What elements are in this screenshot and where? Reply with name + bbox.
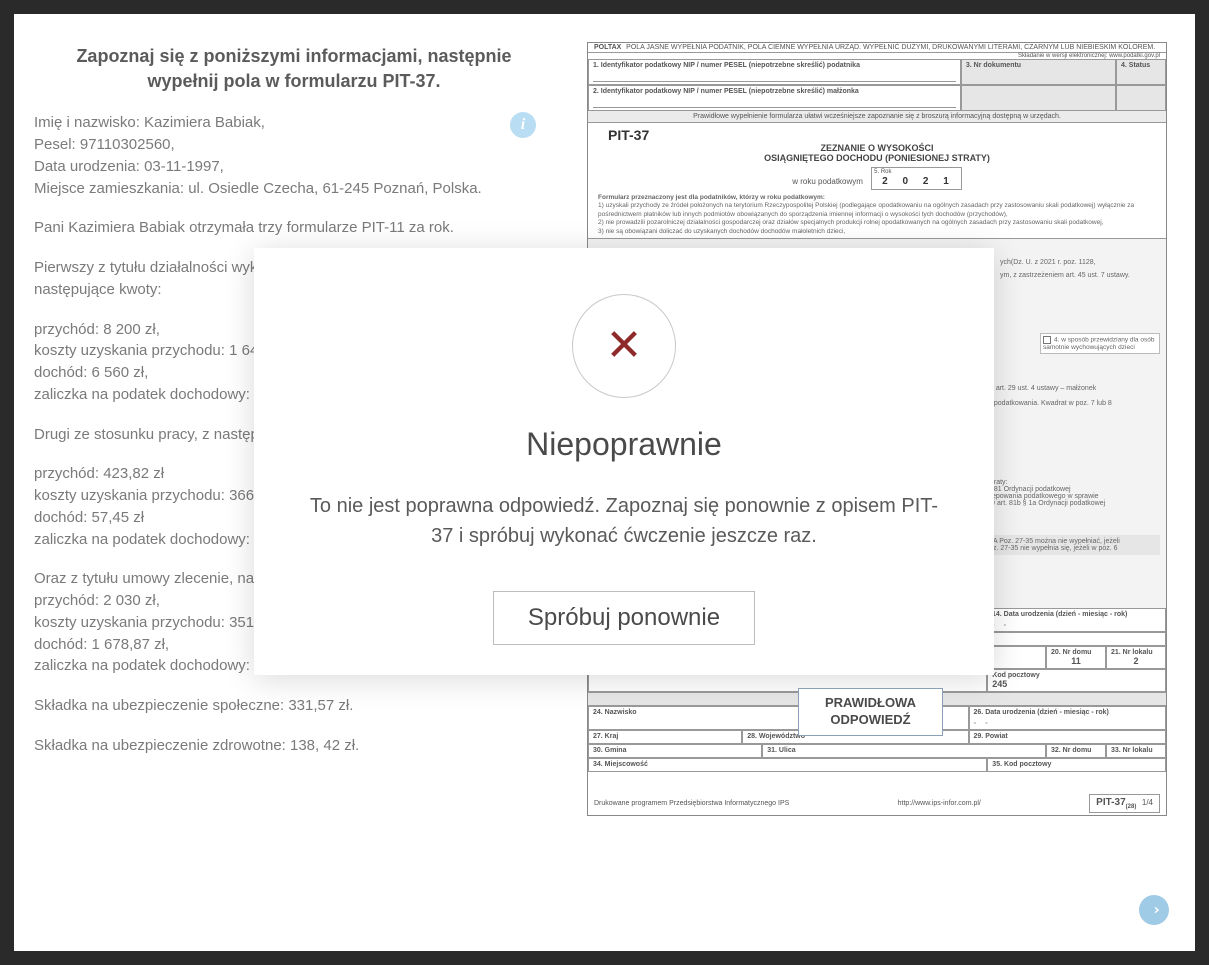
answer-line2: ODPOWIEDŹ: [825, 712, 916, 729]
content-sheet: Zapoznaj się z poniższymi informacjami, …: [14, 14, 1195, 951]
opt-box[interactable]: 4. w sposób przewidziany dla osób samotn…: [1040, 333, 1160, 354]
frag-6: t 81 Ordynacji podatkowej: [990, 486, 1160, 493]
field-27[interactable]: 27. Kraj: [588, 730, 742, 744]
field-35[interactable]: 35. Kod pocztowy: [987, 758, 1166, 772]
footer-mid: http://www.ips-infor.com.pl/: [898, 800, 981, 807]
answer-line1: PRAWIDŁOWA: [825, 695, 916, 712]
line-social: Składka na ubezpieczenie społeczne: 331,…: [34, 695, 554, 717]
error-circle: ✕: [572, 294, 676, 398]
modal-title: Niepoprawnie: [284, 426, 964, 463]
notes-3: 3) nie są obowiązani doliczać do uzyskan…: [598, 228, 1156, 236]
frag-9b: z. 27-35 nie wypełnia się, jeżeli w poz.…: [993, 545, 1157, 552]
correct-answer-button[interactable]: PRAWIDŁOWA ODPOWIEDŹ: [798, 688, 943, 736]
field-29[interactable]: 29. Powiat: [969, 730, 1166, 744]
field-21[interactable]: 21. Nr lokalu2: [1106, 646, 1166, 669]
row-ids2: 2. Identyfikator podatkowy NIP / numer P…: [588, 85, 1166, 111]
field-33[interactable]: 33. Nr lokalu: [1106, 744, 1166, 758]
frag-9a: A Poz. 27-35 można nie wypełniać, jeżeli: [993, 538, 1157, 545]
footer-left: Drukowane programem Przedsiębiorstwa Inf…: [594, 800, 789, 807]
field-26[interactable]: 26. Data urodzenia (dzień - miesiąc - ro…: [969, 706, 1166, 730]
top-note: POLA JASNE WYPEŁNIA PODATNIK, POLA CIEMN…: [621, 44, 1160, 51]
line-dob: Data urodzenia: 03-11-1997,: [34, 156, 554, 178]
poltax-label: POLTAX: [594, 44, 621, 51]
next-arrow-button[interactable]: [1139, 895, 1169, 925]
notes-head: Formularz przeznaczony jest dla podatnik…: [598, 194, 1156, 202]
field-5-value[interactable]: 2 0 2 1: [878, 175, 959, 188]
frag-2: ym, z zastrzeżeniem art. 45 ust. 7 ustaw…: [1000, 272, 1160, 279]
field-20[interactable]: 20. Nr domu11: [1046, 646, 1106, 669]
frag-4: opodatkowania. Kwadrat w poz. 7 lub 8: [990, 400, 1160, 407]
row-ids: 1. Identyfikator podatkowy NIP / numer P…: [588, 59, 1166, 85]
info-icon[interactable]: i: [510, 112, 536, 138]
pit-subtitle1: ZEZNANIE O WYSOKOŚCI: [588, 143, 1166, 153]
field-14[interactable]: 14. Data urodzenia (dzień - miesiąc - ro…: [987, 608, 1166, 632]
field-30[interactable]: 30. Gmina: [588, 744, 762, 758]
modal-message: To nie jest poprawna odpowiedź. Zapoznaj…: [284, 491, 964, 551]
retry-button[interactable]: Spróbuj ponownie: [493, 591, 755, 645]
arrow-right-icon: [1147, 903, 1161, 917]
field-31[interactable]: 31. Ulica: [762, 744, 1046, 758]
field-1[interactable]: 1. Identyfikator podatkowy NIP / numer P…: [588, 59, 961, 85]
field-34[interactable]: 34. Miejscowość: [588, 758, 987, 772]
field-3: 3. Nr dokumentu: [961, 59, 1116, 85]
notes-2: 2) nie prowadzili pozarolniczej działaln…: [598, 219, 1156, 227]
field-32[interactable]: 32. Nr domu: [1046, 744, 1106, 758]
pit-subtitle2: OSIĄGNIĘTEGO DOCHODU (PONIESIONEJ STRATY…: [588, 153, 1166, 163]
feedback-modal: ✕ Niepoprawnie To nie jest poprawna odpo…: [254, 248, 994, 675]
field-2[interactable]: 2. Identyfikator podatkowy NIP / numer P…: [588, 85, 961, 111]
frag-5: draty:: [990, 479, 1160, 486]
page-root: Zapoznaj się z poniższymi informacjami, …: [0, 0, 1209, 965]
frag-1: ych(Dz. U. z 2021 r. poz. 1128,: [1000, 259, 1160, 266]
line-health: Składka na ubezpieczenie zdrowotne: 138,…: [34, 735, 554, 757]
notes-1: 1) uzyskali przychody ze źródeł położony…: [598, 202, 1156, 219]
frag-8: w art. 81b § 1a Ordynacji podatkowej: [990, 500, 1160, 507]
form-footer: Drukowane programem Przedsiębiorstwa Inf…: [588, 792, 1166, 815]
footer-badge: PIT-37(28) 1/4: [1089, 794, 1160, 813]
x-icon: ✕: [606, 324, 643, 368]
checkbox-icon[interactable]: [1043, 336, 1051, 344]
line-name: Imię i nazwisko: Kazimiera Babiak,: [34, 112, 554, 134]
pit-code: PIT-37: [588, 127, 1166, 143]
mid-note: Prawidłowe wypełnienie formularza ułatwi…: [588, 111, 1166, 123]
field-kod[interactable]: Kod pocztowy245: [987, 669, 1166, 692]
para-intro: Pani Kazimiera Babiak otrzymała trzy for…: [34, 217, 554, 239]
row-34-35: 34. Miejscowość 35. Kod pocztowy: [588, 758, 1166, 772]
frag-3: o art. 29 ust. 4 ustawy – małżonek: [990, 385, 1160, 392]
form-topbar: POLTAX POLA JASNE WYPEŁNIA PODATNIK, POL…: [588, 43, 1166, 53]
form-purpose: Formularz przeznaczony jest dla podatnik…: [588, 192, 1166, 238]
field-24[interactable]: 24. Nazwisko: [588, 706, 814, 730]
line-address: Miejsce zamieszkania: ul. Osiedle Czecha…: [34, 178, 554, 200]
pit-header: PIT-37 ZEZNANIE O WYSOKOŚCI OSIĄGNIĘTEGO…: [588, 123, 1166, 192]
row-30-33: 30. Gmina 31. Ulica 32. Nr domu 33. Nr l…: [588, 744, 1166, 758]
instructions-title: Zapoznaj się z poniższymi informacjami, …: [34, 44, 554, 94]
year-label: w roku podatkowym: [792, 177, 863, 186]
frag-7: tępowania podatkowego w sprawie: [990, 493, 1160, 500]
field-4: 4. Status: [1116, 59, 1166, 85]
line-pesel: Pesel: 97110302560,: [34, 134, 554, 156]
